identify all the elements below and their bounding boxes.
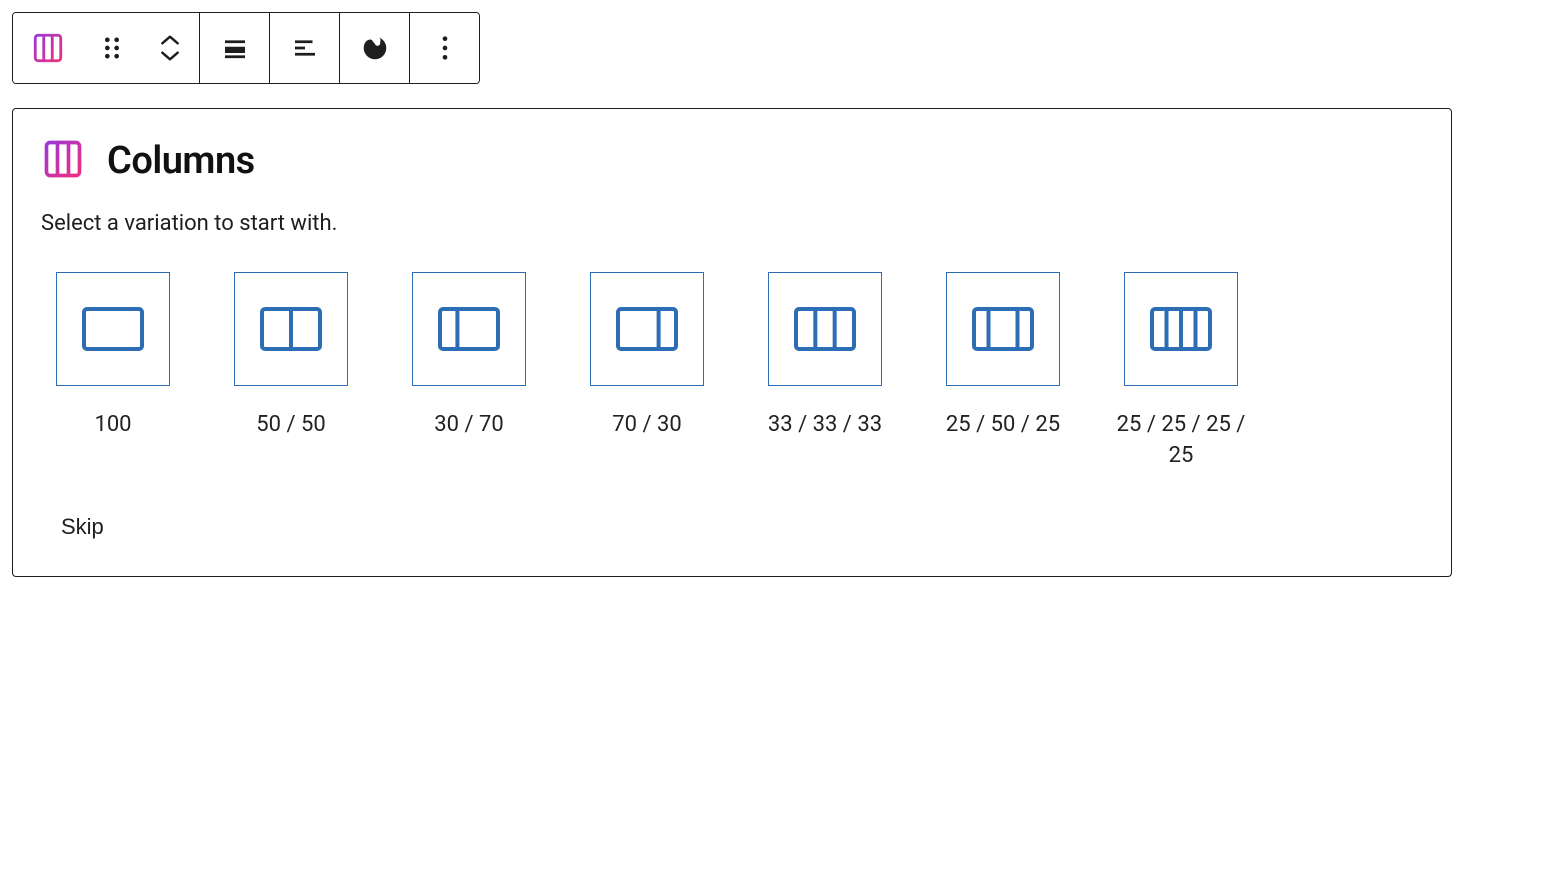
- variation-label: 25 / 50 / 25: [946, 410, 1060, 441]
- variation-label: 30 / 70: [434, 410, 503, 441]
- drag-icon: [102, 34, 122, 62]
- variation-label: 33 / 33 / 33: [768, 410, 882, 441]
- variation-option[interactable]: 100: [41, 272, 185, 472]
- variation-label: 50 / 50: [256, 410, 325, 441]
- variation-icon: [412, 272, 526, 386]
- style-button[interactable]: [339, 13, 409, 83]
- columns-placeholder-panel: Columns Select a variation to start with…: [12, 108, 1452, 577]
- justify-left-icon: [290, 33, 320, 63]
- variation-list: 100 50 / 50 30 / 70 70 / 30 33 / 33 / 33 25 /…: [41, 272, 1423, 472]
- drag-handle-button[interactable]: [83, 13, 141, 83]
- more-icon: [441, 34, 449, 62]
- variation-label: 100: [94, 410, 131, 441]
- align-button[interactable]: [199, 13, 269, 83]
- variation-icon: [1124, 272, 1238, 386]
- justify-button[interactable]: [269, 13, 339, 83]
- block-type-button[interactable]: [13, 13, 83, 83]
- panel-title: Columns: [107, 139, 255, 183]
- variation-icon: [946, 272, 1060, 386]
- move-icon: [159, 34, 181, 62]
- move-button[interactable]: [141, 13, 199, 83]
- variation-option[interactable]: 30 / 70: [397, 272, 541, 472]
- skip-button[interactable]: Skip: [61, 514, 104, 540]
- variation-label: 25 / 25 / 25 / 25: [1109, 410, 1253, 472]
- variation-icon: [56, 272, 170, 386]
- block-toolbar: [12, 12, 480, 84]
- variation-label: 70 / 30: [612, 410, 681, 441]
- variation-option[interactable]: 50 / 50: [219, 272, 363, 472]
- variation-option[interactable]: 25 / 50 / 25: [931, 272, 1075, 472]
- variation-icon: [768, 272, 882, 386]
- more-options-button[interactable]: [409, 13, 479, 83]
- columns-icon: [41, 137, 85, 185]
- variation-option[interactable]: 70 / 30: [575, 272, 719, 472]
- variation-icon: [234, 272, 348, 386]
- align-icon: [220, 33, 250, 63]
- variation-option[interactable]: 33 / 33 / 33: [753, 272, 897, 472]
- panel-header: Columns: [41, 137, 1423, 185]
- variation-icon: [590, 272, 704, 386]
- variation-option[interactable]: 25 / 25 / 25 / 25: [1109, 272, 1253, 472]
- columns-icon: [31, 31, 65, 65]
- panel-description: Select a variation to start with.: [41, 211, 1423, 236]
- style-icon: [360, 33, 390, 63]
